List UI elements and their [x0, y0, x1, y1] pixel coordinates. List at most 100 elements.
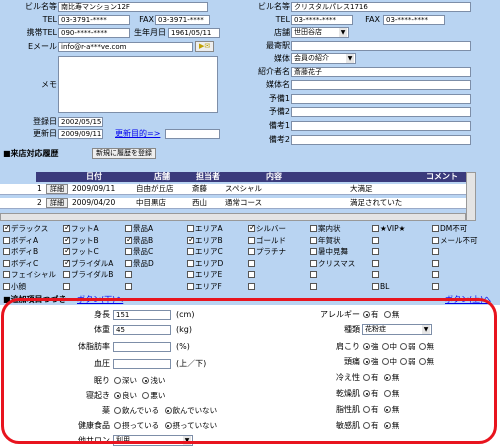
checkbox-icon[interactable]: [3, 223, 11, 232]
history-hscrollbar[interactable]: [0, 213, 466, 221]
salon-select[interactable]: 利用: [113, 435, 193, 446]
checkbox-item[interactable]: 案内状: [310, 224, 341, 233]
checkbox-item[interactable]: [432, 247, 440, 256]
tel-field-left[interactable]: 03-3791-****: [58, 15, 130, 25]
checkbox-item[interactable]: [372, 270, 380, 279]
checkbox-item[interactable]: エリアE: [187, 270, 222, 279]
memo-textarea[interactable]: [58, 56, 218, 113]
update-purpose-link[interactable]: 更新目的=>: [115, 129, 160, 139]
checkbox-icon[interactable]: [310, 271, 317, 278]
checkbox-icon[interactable]: [310, 282, 317, 290]
update-purpose-field[interactable]: [165, 129, 220, 139]
checkbox-icon[interactable]: [432, 248, 439, 255]
checkbox-icon[interactable]: [187, 282, 194, 290]
checkbox-icon[interactable]: [310, 225, 317, 232]
checkbox-icon[interactable]: [372, 248, 379, 255]
checkbox-icon[interactable]: [187, 248, 194, 255]
checkbox-icon[interactable]: [63, 223, 71, 232]
checkbox-icon[interactable]: [63, 258, 71, 267]
checkbox-icon[interactable]: [372, 225, 379, 232]
checkbox-item[interactable]: [310, 270, 318, 279]
checkbox-item[interactable]: [432, 282, 440, 291]
tel-field-right[interactable]: 03-****-****: [291, 15, 353, 25]
checkbox-item[interactable]: [248, 259, 256, 268]
checkbox-icon[interactable]: [187, 259, 194, 267]
checkbox-icon[interactable]: [432, 282, 439, 290]
checkbox-item[interactable]: [248, 270, 256, 279]
note1-field[interactable]: [291, 121, 471, 131]
yobi2-field[interactable]: [291, 107, 471, 117]
checkbox-item[interactable]: [248, 282, 256, 291]
bp-field[interactable]: [113, 359, 171, 369]
note2-field[interactable]: [291, 135, 471, 145]
media-select[interactable]: 会員の紹介: [291, 53, 356, 64]
checkbox-item[interactable]: エリアB: [187, 235, 223, 245]
mobile-field[interactable]: 090-****-****: [58, 28, 130, 38]
referrer-field[interactable]: 斎藤花子: [291, 67, 471, 77]
checkbox-item[interactable]: フェイシャル: [3, 270, 56, 279]
checkbox-item[interactable]: [310, 282, 318, 291]
registered-field[interactable]: 2002/05/15: [58, 117, 103, 127]
checkbox-item[interactable]: エリアD: [187, 259, 223, 268]
birth-field[interactable]: 1961/05/11: [168, 28, 220, 38]
checkbox-icon[interactable]: [248, 282, 255, 290]
checkbox-item[interactable]: フットC: [63, 246, 99, 256]
fat-field[interactable]: [113, 342, 171, 352]
checkbox-icon[interactable]: [125, 271, 132, 278]
checkbox-item[interactable]: 景品D: [125, 259, 154, 268]
checkbox-item[interactable]: プラチナ: [248, 247, 286, 256]
checkbox-item[interactable]: 暑中見舞: [310, 247, 348, 256]
checkbox-item[interactable]: 景品B: [125, 235, 153, 245]
checkbox-icon[interactable]: [187, 235, 195, 244]
checkbox-icon[interactable]: [372, 271, 379, 278]
checkbox-icon[interactable]: [125, 259, 132, 267]
checkbox-icon[interactable]: [432, 271, 439, 278]
top-button-link[interactable]: ボタン(上)へ: [445, 295, 491, 305]
checkbox-item[interactable]: [63, 282, 71, 291]
checkbox-item[interactable]: デラックス: [3, 223, 48, 233]
checkbox-icon[interactable]: [372, 236, 379, 244]
checkbox-icon[interactable]: [432, 259, 439, 267]
shoulder-radio-group[interactable]: 強中弱無: [360, 342, 434, 351]
email-send-button[interactable]: ▶✉: [195, 41, 215, 52]
checkbox-icon[interactable]: [248, 248, 255, 255]
checkbox-icon[interactable]: [248, 271, 255, 278]
checkbox-icon[interactable]: [372, 282, 379, 290]
checkbox-icon[interactable]: [125, 235, 133, 244]
checkbox-icon[interactable]: [63, 246, 71, 255]
checkbox-item[interactable]: ボディB: [3, 247, 38, 256]
checkbox-icon[interactable]: [125, 225, 132, 232]
checkbox-item[interactable]: ボディA: [3, 236, 38, 245]
sleep-radio-group[interactable]: 深い 浅い: [111, 376, 165, 385]
checkbox-icon[interactable]: [187, 271, 194, 278]
checkbox-item[interactable]: エリアF: [187, 282, 222, 291]
new-history-button[interactable]: 新規に履歴を登録: [92, 148, 156, 159]
fax-field-right[interactable]: 03-****-****: [383, 15, 445, 25]
checkbox-item[interactable]: ゴールド: [248, 236, 286, 245]
checkbox-icon[interactable]: [187, 225, 194, 232]
checkbox-item[interactable]: [125, 282, 133, 291]
media-name-field[interactable]: [291, 80, 471, 90]
nearest-station-field[interactable]: [291, 41, 471, 51]
email-field[interactable]: info@r-a***ve.com: [58, 42, 193, 52]
checkbox-item[interactable]: フットB: [63, 235, 99, 245]
history-vscrollbar[interactable]: [466, 172, 476, 221]
checkbox-icon[interactable]: [248, 259, 255, 267]
checkbox-item[interactable]: [432, 270, 440, 279]
checkbox-icon[interactable]: [3, 271, 10, 278]
checkbox-icon[interactable]: [125, 282, 132, 290]
checkbox-icon[interactable]: [432, 236, 439, 244]
checkbox-item[interactable]: エリアA: [187, 224, 223, 233]
checkbox-icon[interactable]: [3, 282, 10, 290]
oily-radio-group[interactable]: 有 無: [360, 405, 399, 414]
checkbox-icon[interactable]: [310, 248, 317, 255]
checkbox-item[interactable]: [432, 259, 440, 268]
headache-radio-group[interactable]: 強中弱無: [360, 357, 434, 366]
checkbox-icon[interactable]: [372, 259, 379, 267]
checkbox-item[interactable]: 景品C: [125, 247, 153, 256]
checkbox-icon[interactable]: [248, 223, 256, 232]
checkbox-item[interactable]: 小顔: [3, 282, 26, 291]
health-food-radio-group[interactable]: 摂っている 摂っていない: [111, 421, 217, 430]
checkbox-icon[interactable]: [3, 248, 10, 255]
detail-button[interactable]: 詳細: [46, 198, 68, 208]
